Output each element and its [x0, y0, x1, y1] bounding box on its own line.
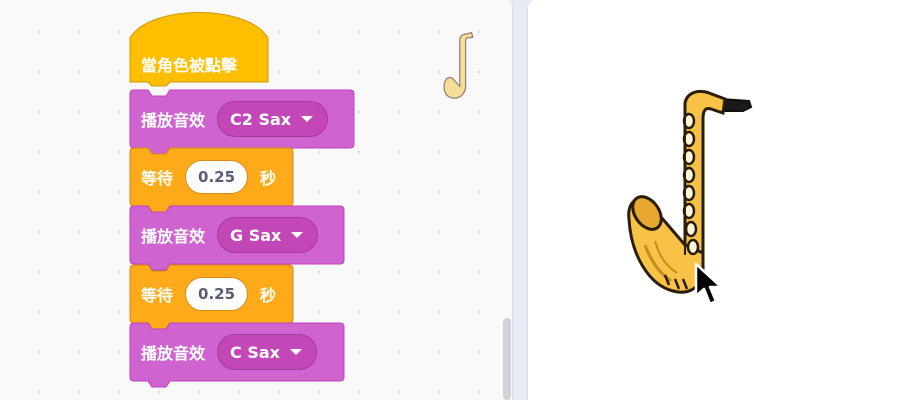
wait-seconds-input[interactable]: 0.25 — [185, 277, 249, 311]
code-area-scrollbar[interactable] — [503, 318, 511, 400]
wait-block[interactable]: 等待 0.25 秒 — [129, 264, 294, 330]
seconds-unit-label: 秒 — [260, 169, 277, 188]
when-sprite-clicked-label: 當角色被點擊 — [141, 56, 238, 75]
mouse-cursor-icon — [694, 262, 723, 306]
sound-dropdown-value: C Sax — [230, 342, 280, 362]
sound-dropdown-value: G Sax — [230, 225, 282, 245]
wait-label: 等待 — [141, 286, 174, 305]
wait-block[interactable]: 等待 0.25 秒 — [129, 147, 294, 213]
seconds-unit-label: 秒 — [260, 286, 277, 305]
chevron-down-icon — [301, 116, 314, 122]
when-sprite-clicked-block[interactable]: 當角色被點擊 — [129, 12, 269, 90]
sound-dropdown[interactable]: C2 Sax — [217, 101, 329, 137]
sound-dropdown[interactable]: G Sax — [217, 217, 319, 253]
sound-dropdown[interactable]: C Sax — [217, 334, 317, 370]
play-sound-label: 播放音效 — [141, 111, 206, 130]
code-area[interactable]: 當角色被點擊 播放音效 C2 Sax 等待 0.25 秒 播放音效 G Sax — [0, 0, 513, 400]
play-sound-block[interactable]: 播放音效 C2 Sax — [129, 89, 355, 155]
wait-seconds-input[interactable]: 0.25 — [185, 160, 249, 194]
saxophone-sprite-thumbnail-icon — [443, 31, 474, 99]
play-sound-block[interactable]: 播放音效 G Sax — [129, 205, 345, 271]
play-sound-label: 播放音效 — [141, 227, 206, 246]
chevron-down-icon — [291, 232, 304, 238]
wait-label: 等待 — [141, 169, 174, 188]
sound-dropdown-value: C2 Sax — [230, 109, 292, 129]
hat-block-shape — [129, 12, 269, 87]
play-sound-block[interactable]: 播放音效 C Sax — [129, 322, 345, 388]
chevron-down-icon — [289, 349, 302, 355]
play-sound-label: 播放音效 — [141, 344, 206, 363]
